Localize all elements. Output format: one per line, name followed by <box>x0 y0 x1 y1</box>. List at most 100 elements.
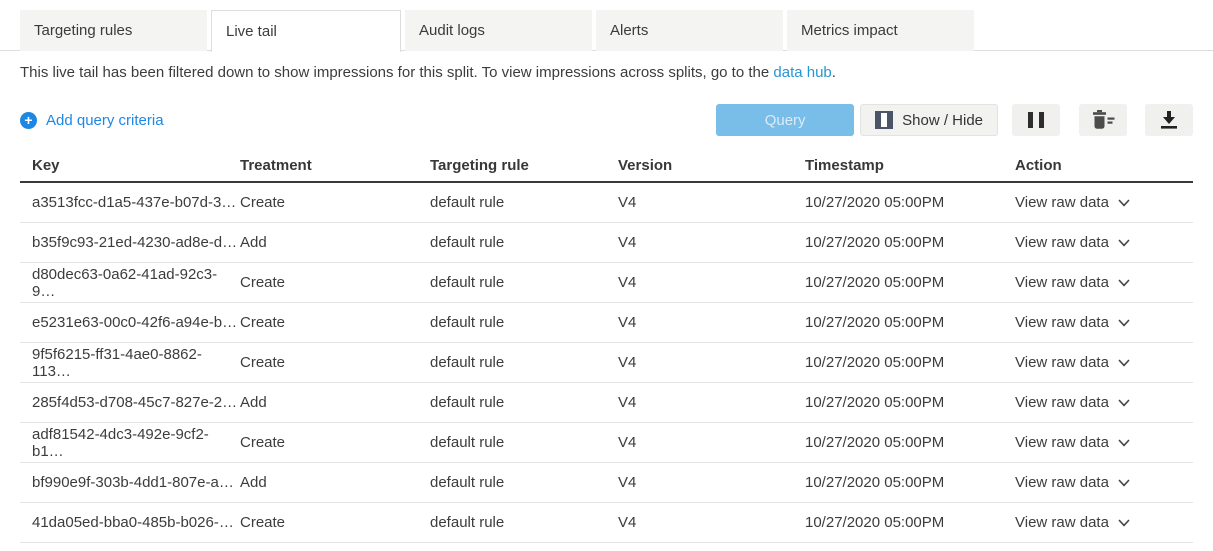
view-raw-data-button[interactable]: View raw data <box>1015 354 1130 371</box>
show-hide-label: Show / Hide <box>902 112 983 129</box>
query-button[interactable]: Query <box>716 104 854 136</box>
cell-key: 285f4d53-d708-45c7-827e-2… <box>20 394 240 411</box>
table-row: b35f9c93-21ed-4230-ad8e-d… Add default r… <box>20 223 1193 263</box>
cell-treatment: Create <box>240 514 430 531</box>
tab-live-tail[interactable]: Live tail <box>211 10 401 52</box>
cell-timestamp: 10/27/2020 05:00PM <box>805 194 1015 211</box>
download-icon <box>1159 111 1179 129</box>
cell-key: 9f5f6215-ff31-4ae0-8862-113… <box>20 346 240 380</box>
plus-icon: + <box>20 112 37 129</box>
tab-label: Targeting rules <box>34 22 132 39</box>
view-raw-data-button[interactable]: View raw data <box>1015 234 1130 251</box>
view-raw-data-button[interactable]: View raw data <box>1015 314 1130 331</box>
view-raw-data-label: View raw data <box>1015 514 1109 531</box>
cell-version: V4 <box>618 394 805 411</box>
cell-targeting-rule: default rule <box>430 314 618 331</box>
tab-audit-logs[interactable]: Audit logs <box>405 10 592 51</box>
cell-timestamp: 10/27/2020 05:00PM <box>805 474 1015 491</box>
cell-timestamp: 10/27/2020 05:00PM <box>805 314 1015 331</box>
add-query-criteria-label: Add query criteria <box>46 112 164 129</box>
cell-timestamp: 10/27/2020 05:00PM <box>805 434 1015 451</box>
cell-key: bf990e9f-303b-4dd1-807e-a… <box>20 474 240 491</box>
table-row: 285f4d53-d708-45c7-827e-2… Add default r… <box>20 383 1193 423</box>
table-row: e5231e63-00c0-42f6-a94e-b… Create defaul… <box>20 303 1193 343</box>
cell-version: V4 <box>618 274 805 291</box>
chevron-down-icon <box>1118 359 1130 367</box>
table-row: a3513fcc-d1a5-437e-b07d-3… Create defaul… <box>20 183 1193 223</box>
view-raw-data-button[interactable]: View raw data <box>1015 194 1130 211</box>
download-button[interactable] <box>1145 104 1193 136</box>
notice-text: This live tail has been filtered down to… <box>20 64 773 81</box>
cell-timestamp: 10/27/2020 05:00PM <box>805 394 1015 411</box>
chevron-down-icon <box>1118 519 1130 527</box>
cell-targeting-rule: default rule <box>430 354 618 371</box>
view-raw-data-button[interactable]: View raw data <box>1015 514 1130 531</box>
view-raw-data-label: View raw data <box>1015 434 1109 451</box>
view-raw-data-label: View raw data <box>1015 474 1109 491</box>
chevron-down-icon <box>1118 319 1130 327</box>
view-raw-data-button[interactable]: View raw data <box>1015 474 1130 491</box>
cell-treatment: Create <box>240 354 430 371</box>
tab-label: Live tail <box>226 23 277 40</box>
column-header-timestamp: Timestamp <box>805 157 1015 174</box>
cell-version: V4 <box>618 194 805 211</box>
cell-key: a3513fcc-d1a5-437e-b07d-3… <box>20 194 240 211</box>
data-hub-link[interactable]: data hub <box>773 64 831 81</box>
trash-icon <box>1090 110 1116 130</box>
cell-key: 41da05ed-bba0-485b-b026-… <box>20 514 240 531</box>
chevron-down-icon <box>1118 399 1130 407</box>
toolbar-right-group: Query Show / Hide <box>716 104 1193 136</box>
column-header-treatment: Treatment <box>240 157 430 174</box>
tab-label: Metrics impact <box>801 22 898 39</box>
view-raw-data-label: View raw data <box>1015 354 1109 371</box>
tab-label: Alerts <box>610 22 648 39</box>
tab-label: Audit logs <box>419 22 485 39</box>
view-raw-data-button[interactable]: View raw data <box>1015 394 1130 411</box>
view-raw-data-label: View raw data <box>1015 194 1109 211</box>
tab-targeting-rules[interactable]: Targeting rules <box>20 10 207 51</box>
filter-notice: This live tail has been filtered down to… <box>0 51 1213 81</box>
cell-version: V4 <box>618 314 805 331</box>
chevron-down-icon <box>1118 279 1130 287</box>
table-row: adf81542-4dc3-492e-9cf2-b1… Create defau… <box>20 423 1193 463</box>
live-tail-table: Key Treatment Targeting rule Version Tim… <box>20 150 1193 543</box>
cell-version: V4 <box>618 354 805 371</box>
view-raw-data-button[interactable]: View raw data <box>1015 274 1130 291</box>
cell-targeting-rule: default rule <box>430 274 618 291</box>
cell-timestamp: 10/27/2020 05:00PM <box>805 274 1015 291</box>
table-row: 9f5f6215-ff31-4ae0-8862-113… Create defa… <box>20 343 1193 383</box>
tab-metrics-impact[interactable]: Metrics impact <box>787 10 974 51</box>
cell-targeting-rule: default rule <box>430 234 618 251</box>
column-header-targeting-rule: Targeting rule <box>430 157 618 174</box>
cell-treatment: Create <box>240 314 430 331</box>
tab-bar: Targeting rules Live tail Audit logs Ale… <box>0 0 1213 51</box>
table-header: Key Treatment Targeting rule Version Tim… <box>20 150 1193 183</box>
pause-button[interactable] <box>1012 104 1060 136</box>
cell-treatment: Add <box>240 474 430 491</box>
view-raw-data-label: View raw data <box>1015 394 1109 411</box>
column-header-action: Action <box>1015 157 1193 174</box>
add-query-criteria-button[interactable]: + Add query criteria <box>20 112 164 129</box>
table-row: d80dec63-0a62-41ad-92c3-9… Create defaul… <box>20 263 1193 303</box>
chevron-down-icon <box>1118 199 1130 207</box>
cell-targeting-rule: default rule <box>430 394 618 411</box>
cell-version: V4 <box>618 514 805 531</box>
cell-version: V4 <box>618 234 805 251</box>
columns-icon <box>875 111 893 129</box>
cell-key: adf81542-4dc3-492e-9cf2-b1… <box>20 426 240 460</box>
view-raw-data-label: View raw data <box>1015 274 1109 291</box>
show-hide-button[interactable]: Show / Hide <box>860 104 998 136</box>
tab-alerts[interactable]: Alerts <box>596 10 783 51</box>
pause-icon <box>1028 112 1044 128</box>
cell-version: V4 <box>618 434 805 451</box>
chevron-down-icon <box>1118 439 1130 447</box>
table-body: a3513fcc-d1a5-437e-b07d-3… Create defaul… <box>20 183 1193 543</box>
clear-log-button[interactable] <box>1079 104 1127 136</box>
view-raw-data-button[interactable]: View raw data <box>1015 434 1130 451</box>
toolbar: + Add query criteria Query Show / Hide <box>0 81 1213 136</box>
chevron-down-icon <box>1118 479 1130 487</box>
chevron-down-icon <box>1118 239 1130 247</box>
cell-treatment: Create <box>240 434 430 451</box>
cell-treatment: Create <box>240 194 430 211</box>
view-raw-data-label: View raw data <box>1015 234 1109 251</box>
